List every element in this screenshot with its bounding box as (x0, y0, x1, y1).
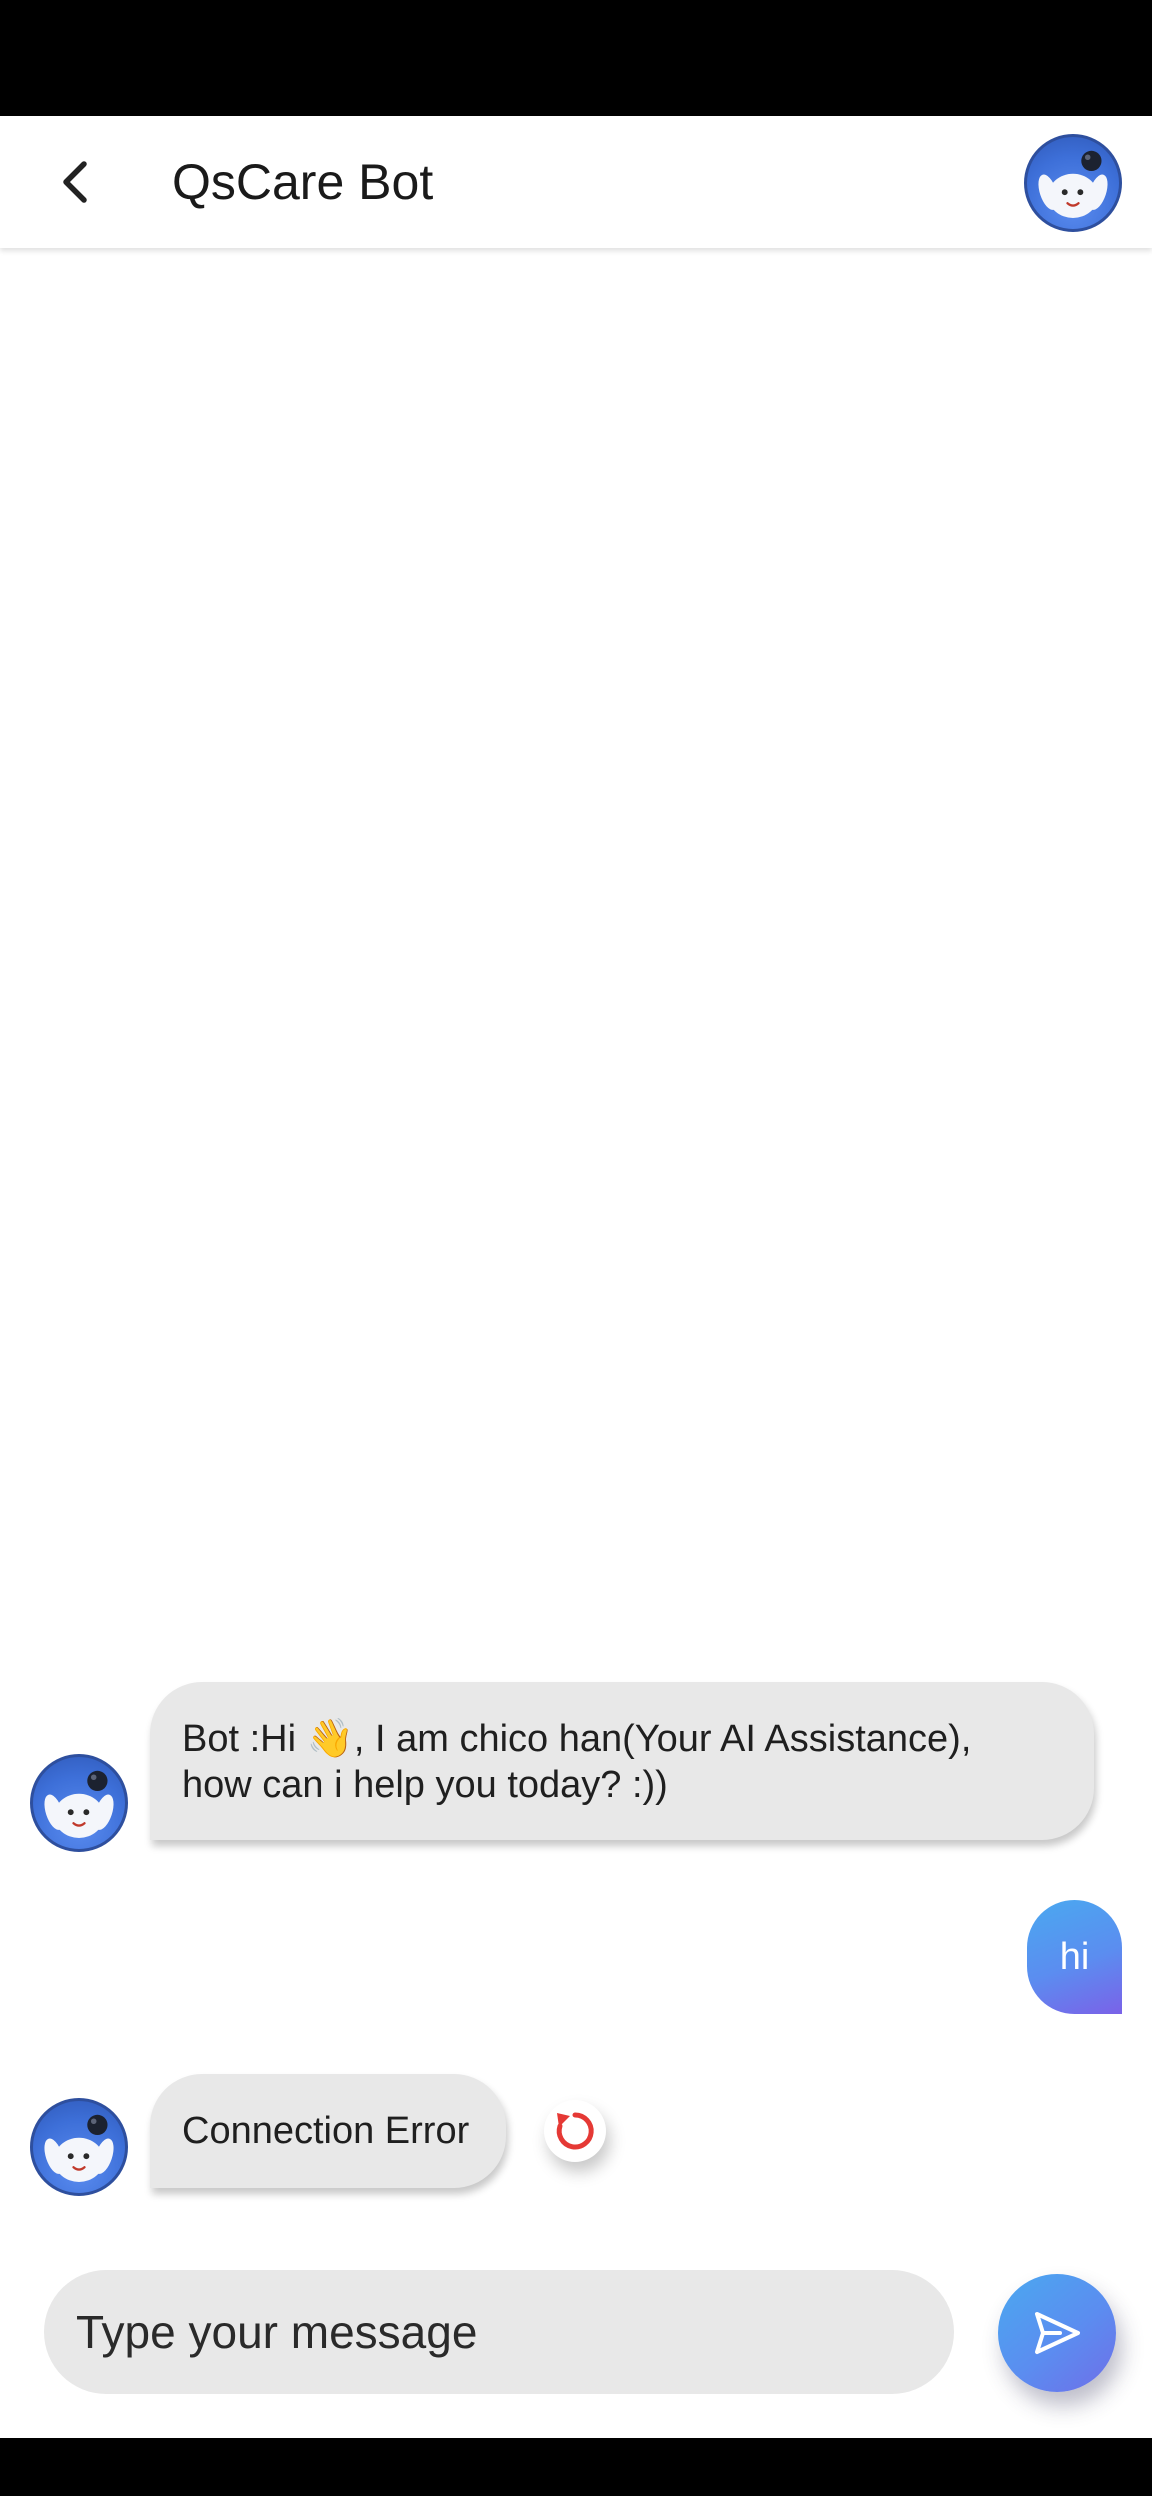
message-text: how can i help you today? :)) (182, 1764, 668, 1806)
bot-message-bubble[interactable]: Bot :Hi 👋, I am chico han(Your AI Assist… (150, 1682, 1094, 1840)
bot-avatar[interactable] (1024, 134, 1122, 232)
navigation-bar (0, 2438, 1152, 2496)
send-icon (1035, 2312, 1080, 2354)
message-text: Bot :Hi 👋, I am chico han(Your AI Assist… (182, 1718, 972, 1760)
user-message-bubble[interactable]: hi (1027, 1900, 1122, 2014)
message-input[interactable] (44, 2270, 954, 2394)
page-title: QsCare Bot (172, 154, 434, 210)
back-button[interactable] (36, 142, 116, 222)
status-bar (0, 0, 1152, 116)
bot-mascot-icon (44, 2114, 114, 2182)
message-text: hi (1059, 1935, 1090, 1978)
app-bar: QsCare Bot (0, 116, 1152, 248)
error-message-bubble[interactable]: Connection Error (150, 2074, 506, 2188)
bot-mascot-icon (1038, 150, 1108, 218)
message-text: Connection Error (182, 2110, 470, 2152)
bot-avatar (30, 2098, 128, 2196)
bot-mascot-icon (44, 1770, 114, 1838)
message-list[interactable]: Bot :Hi 👋, I am chico han(Your AI Assist… (0, 248, 1152, 2248)
send-button[interactable] (998, 2274, 1116, 2392)
retry-button[interactable] (544, 2100, 606, 2162)
chat-screen: QsCare Bot Bot:Hi 👋, I am chico han(You… (0, 0, 1152, 2496)
bot-avatar (30, 1754, 128, 1852)
retry-icon (556, 2112, 594, 2150)
chevron-left-icon (63, 161, 87, 203)
